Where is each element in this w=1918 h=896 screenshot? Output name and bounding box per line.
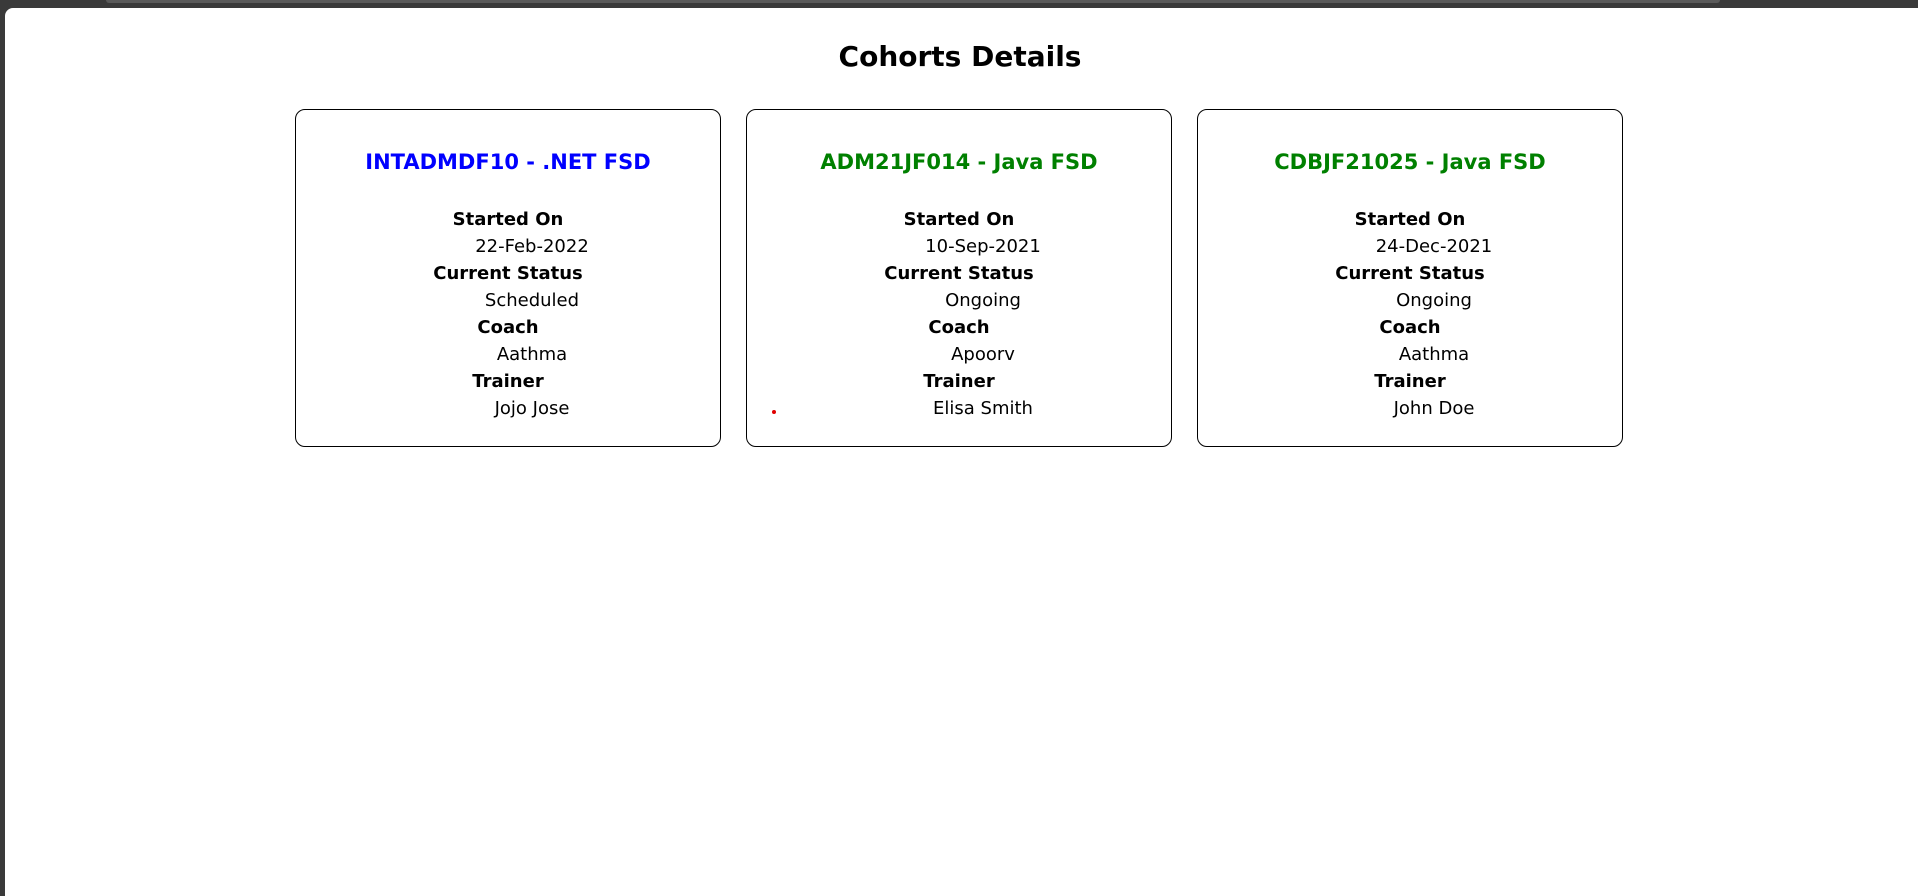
trainer-value: Elisa Smith — [933, 398, 1033, 419]
started-on-value: 24-Dec-2021 — [1375, 236, 1493, 257]
started-on-label: Started On — [452, 209, 564, 230]
trainer-value: John Doe — [1393, 398, 1475, 419]
started-on-label: Started On — [1354, 209, 1466, 230]
cohort-title: INTADMDF10 - .NET FSD — [365, 150, 651, 174]
coach-label: Coach — [1379, 317, 1441, 338]
trainer-label: Trainer — [923, 371, 995, 392]
current-status-value: Ongoing — [1396, 290, 1472, 311]
cursor-dot-marker — [772, 410, 776, 414]
page-title: Cohorts Details — [838, 40, 1082, 73]
cohort-title: ADM21JF014 - Java FSD — [820, 150, 1098, 174]
cohort-card: CDBJF21025 - Java FSD Started On 24-Dec-… — [1197, 109, 1623, 447]
trainer-value: Jojo Jose — [494, 398, 570, 419]
window-chrome — [0, 0, 1918, 8]
trainer-label: Trainer — [472, 371, 544, 392]
cohort-details: Started On 10-Sep-2021 Current Status On… — [747, 206, 1171, 422]
current-status-label: Current Status — [433, 263, 583, 284]
cohort-card: ADM21JF014 - Java FSD Started On 10-Sep-… — [746, 109, 1172, 447]
coach-value: Aathma — [496, 344, 568, 365]
coach-label: Coach — [477, 317, 539, 338]
coach-value: Apoorv — [951, 344, 1015, 365]
cohort-title: CDBJF21025 - Java FSD — [1274, 150, 1546, 174]
coach-label: Coach — [928, 317, 990, 338]
cohort-cards: INTADMDF10 - .NET FSD Started On 22-Feb-… — [295, 109, 1623, 447]
cohort-details: Started On 24-Dec-2021 Current Status On… — [1198, 206, 1622, 422]
cohort-details: Started On 22-Feb-2022 Current Status Sc… — [296, 206, 720, 422]
current-status-value: Ongoing — [945, 290, 1021, 311]
browser-bar-edge — [106, 0, 1720, 3]
cohort-card: INTADMDF10 - .NET FSD Started On 22-Feb-… — [295, 109, 721, 447]
trainer-label: Trainer — [1374, 371, 1446, 392]
current-status-label: Current Status — [884, 263, 1034, 284]
started-on-value: 22-Feb-2022 — [475, 236, 589, 257]
started-on-value: 10-Sep-2021 — [925, 236, 1041, 257]
coach-value: Aathma — [1398, 344, 1470, 365]
current-status-value: Scheduled — [484, 290, 580, 311]
page-viewport: Cohorts Details INTADMDF10 - .NET FSD St… — [5, 8, 1918, 896]
current-status-label: Current Status — [1335, 263, 1485, 284]
started-on-label: Started On — [903, 209, 1015, 230]
